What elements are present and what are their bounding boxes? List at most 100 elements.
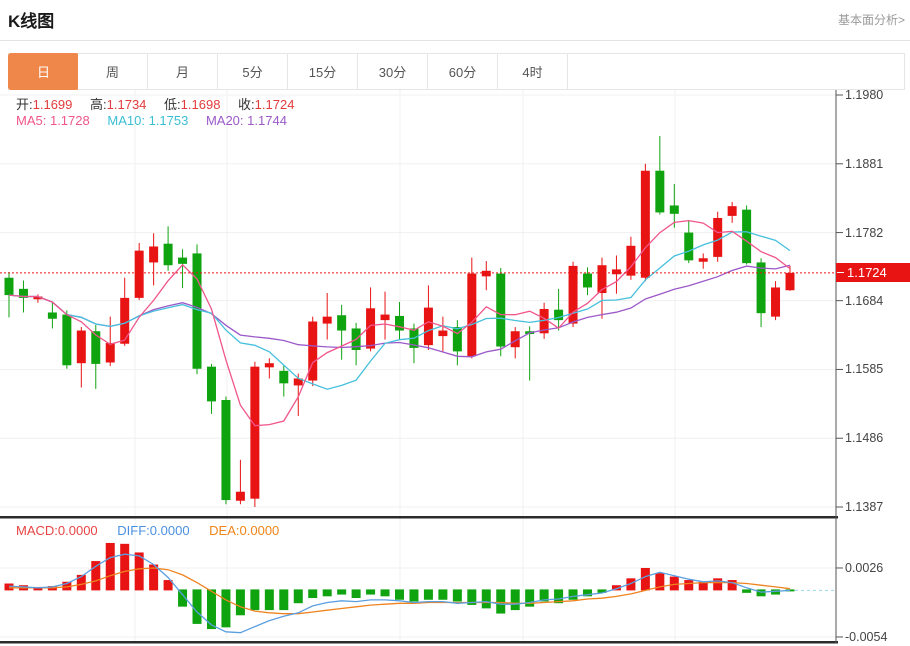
close-value: 1.1724 — [255, 97, 295, 112]
macd-hist-bar — [511, 589, 520, 610]
y-axis-label: 1.1486 — [845, 430, 883, 446]
candle-body — [91, 331, 100, 364]
interval-tab-bar: 日周月5分15分30分60分4时 — [8, 53, 905, 90]
header-divider — [0, 40, 910, 41]
candle-body — [135, 251, 144, 298]
ohlc-info-bar: 开:1.1699 高:1.1734 低:1.1698 收:1.1724 — [16, 94, 308, 113]
macd-readout: MACD:0.0000 — [16, 523, 98, 538]
macd-hist-bar — [120, 544, 129, 591]
candle-body — [395, 316, 404, 331]
macd-hist-bar — [496, 589, 505, 613]
y-axis-label: 1.1980 — [845, 87, 883, 103]
macd-hist-bar — [193, 589, 202, 624]
macd-hist-bar — [757, 589, 766, 596]
tab-60min[interactable]: 60分 — [428, 54, 498, 89]
tab-day[interactable]: 日 — [8, 53, 79, 90]
tab-4hour[interactable]: 4时 — [498, 54, 568, 89]
low-label: 低: — [164, 97, 181, 112]
candle-body — [713, 218, 722, 257]
fundamental-analysis-link[interactable]: 基本面分析> — [838, 11, 905, 28]
open-value: 1.1699 — [33, 97, 73, 112]
macd-hist-bar — [91, 561, 100, 590]
macd-hist-bar — [569, 589, 578, 599]
current-price-marker: 1.1724 — [836, 263, 910, 282]
macd-hist-bar — [482, 589, 491, 608]
macd-hist-bar — [670, 577, 679, 591]
y-axis-label: -0.0054 — [845, 629, 887, 645]
tab-week[interactable]: 周 — [78, 54, 148, 89]
candle-body — [178, 258, 187, 264]
macd-info-bar: MACD:0.0000 DIFF:0.0000 DEA:0.0000 — [16, 523, 279, 538]
macd-hist-bar — [323, 589, 332, 596]
macd-hist-bar — [236, 589, 245, 615]
candle-body — [236, 492, 245, 501]
candle-body — [193, 253, 202, 368]
macd-hist-bar — [409, 589, 418, 601]
candle-body — [786, 273, 795, 290]
candle-body — [48, 312, 57, 318]
tab-15min[interactable]: 15分 — [288, 54, 358, 89]
macd-hist-bar — [366, 589, 375, 594]
low-value: 1.1698 — [181, 97, 221, 112]
candle-body — [265, 363, 274, 367]
macd-hist-bar — [221, 589, 230, 627]
macd-hist-bar — [381, 589, 390, 596]
ma5-readout: MA5: 1.1728 — [16, 113, 90, 128]
macd-hist-bar — [395, 589, 404, 599]
tab-strip-spacer — [568, 54, 904, 89]
candle-body — [120, 298, 129, 344]
candle-body — [771, 287, 780, 316]
high-label: 高: — [90, 97, 107, 112]
high-value: 1.1734 — [107, 97, 147, 112]
candle-body — [308, 322, 317, 381]
dea-readout: DEA:0.0000 — [209, 523, 279, 538]
macd-hist-bar — [352, 589, 361, 598]
macd-hist-bar — [294, 589, 303, 603]
ma20-readout: MA20: 1.1744 — [206, 113, 287, 128]
macd-hist-bar — [742, 589, 751, 592]
candle-body — [641, 171, 650, 278]
macd-hist-bar — [250, 589, 259, 610]
candle-body — [164, 244, 173, 266]
close-label: 收: — [238, 97, 255, 112]
candle-body — [77, 331, 86, 364]
pane-separator — [0, 516, 838, 519]
candle-body — [757, 262, 766, 313]
tab-month[interactable]: 月 — [148, 54, 218, 89]
candle-body — [684, 233, 693, 261]
candle-body — [467, 274, 476, 357]
candle-body — [424, 308, 433, 346]
candle-body — [381, 315, 390, 321]
candle-body — [279, 371, 288, 384]
candle-body — [323, 317, 332, 324]
macd-hist-bar — [438, 589, 447, 599]
macd-hist-bar — [424, 589, 433, 599]
macd-hist-bar — [453, 589, 462, 601]
y-axis-label: 1.1387 — [845, 499, 883, 515]
y-axis-label: 0.0026 — [845, 560, 883, 576]
tab-5min[interactable]: 5分 — [218, 54, 288, 89]
candle-body — [337, 315, 346, 330]
macd-hist-bar — [713, 578, 722, 590]
ma-info-bar: MA5: 1.1728 MA10: 1.1753 MA20: 1.1744 — [16, 113, 287, 128]
y-axis-label: 1.1782 — [845, 225, 883, 241]
macd-hist-bar — [207, 589, 216, 629]
candle-body — [655, 171, 664, 213]
candle-body — [250, 367, 259, 499]
ma10-readout: MA10: 1.1753 — [107, 113, 188, 128]
candle-body — [612, 269, 621, 274]
y-axis-label: 1.1585 — [845, 361, 883, 377]
y-axis-label: 1.1881 — [845, 156, 883, 172]
y-axis-label: 1.1684 — [845, 293, 883, 309]
candle-body — [106, 343, 115, 362]
macd-hist-bar — [265, 589, 274, 610]
macd-hist-bar — [641, 568, 650, 590]
macd-hist-bar — [5, 584, 14, 591]
candle-body — [496, 274, 505, 347]
tab-30min[interactable]: 30分 — [358, 54, 428, 89]
macd-hist-bar — [684, 580, 693, 590]
candle-body — [670, 205, 679, 213]
candle-body — [482, 271, 491, 277]
macd-hist-bar — [525, 589, 534, 606]
marker-tick — [837, 272, 844, 273]
